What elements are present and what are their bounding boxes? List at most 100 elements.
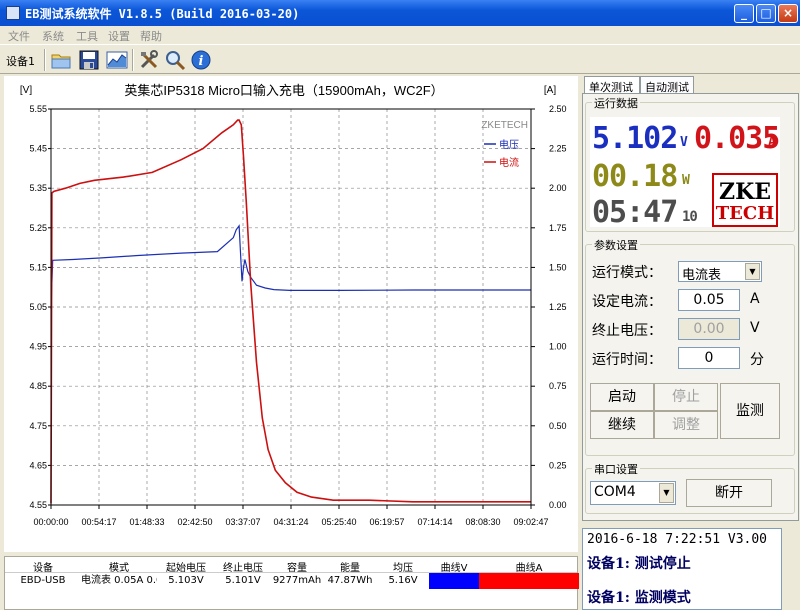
legend-current-label: 电流 — [499, 156, 519, 169]
toolbar-separator — [132, 49, 134, 71]
end-voltage-unit: V — [750, 320, 760, 336]
continue-button[interactable]: 继续 — [590, 411, 654, 439]
info-icon[interactable]: i — [190, 49, 212, 71]
y-right-tick-label: 1.50 — [549, 262, 567, 272]
menu-system[interactable]: 系统 — [42, 28, 64, 44]
main-window: EB测试系统软件 V1.8.5 (Build 2016-03-20) _ □ ×… — [0, 0, 800, 610]
control-panel: 单次测试 自动测试 运行数据 5.102 V 0.035 A 00.18 W 0… — [582, 76, 800, 610]
menu-tools[interactable]: 工具 — [76, 28, 98, 44]
menu-file[interactable]: 文件 — [8, 28, 30, 44]
x-tick-label: 04:31:24 — [273, 517, 308, 527]
curve-v-swatch[interactable] — [429, 573, 479, 589]
x-tick-label: 03:37:07 — [225, 517, 260, 527]
mode-select[interactable]: 电流表 ▼ — [678, 261, 762, 283]
x-tick-label: 08:08:30 — [465, 517, 500, 527]
svg-text:i: i — [199, 54, 204, 69]
result-table: 设备EBD-USB模式电流表 0.05A 0.00V起始电压5.103V终止电压… — [4, 556, 579, 610]
menu-settings[interactable]: 设置 — [108, 28, 130, 44]
zoom-icon[interactable] — [164, 49, 186, 71]
y-left-tick-label: 4.95 — [29, 342, 47, 352]
time-seconds: 10 — [682, 209, 698, 225]
y-left-tick-label: 4.85 — [29, 381, 47, 391]
tab-content: 运行数据 5.102 V 0.035 A 00.18 W 05:47 10 ZK… — [582, 93, 799, 521]
menu-help[interactable]: 帮助 — [140, 28, 162, 44]
power-readout: 00.18 — [592, 159, 678, 194]
disconnect-button[interactable]: 断开 — [686, 479, 772, 507]
app-icon — [6, 6, 20, 20]
x-tick-label: 09:02:47 — [513, 517, 548, 527]
params-group: 参数设置 运行模式： 电流表 ▼ 设定电流： 0.05 A 终止电压： 0.00… — [585, 237, 795, 456]
chart-ticks: 5.55 2.50 5.45 2.25 5.35 2.00 5.25 1.75 5.15 1.50… — [29, 104, 566, 527]
table-cell: 电流表 0.05A 0.00V — [81, 575, 157, 586]
table-cell: 5.101V — [225, 575, 261, 586]
curve-a-swatch[interactable] — [479, 573, 579, 589]
y-left-tick-label: 4.65 — [29, 460, 47, 470]
status-datetime: 2016-6-18 7:22:51 V3.00 — [587, 532, 768, 547]
device-selector[interactable]: 设备1 — [6, 53, 35, 69]
set-current-input[interactable]: 0.05 — [678, 289, 740, 311]
set-current-unit: A — [750, 291, 760, 307]
minimize-button[interactable]: _ — [734, 4, 754, 23]
end-voltage-label: 终止电压： — [592, 323, 662, 339]
chart-panel: 英集芯IP5318 Micro口输入充电（15900mAh，WC2F） [V] … — [4, 76, 578, 552]
folder-icon[interactable] — [50, 49, 72, 71]
mode-label: 运行模式： — [592, 265, 662, 281]
params-group-title: 参数设置 — [592, 237, 640, 253]
chevron-down-icon[interactable]: ▼ — [745, 263, 760, 280]
current-readout: 0.035 — [694, 121, 780, 156]
table-cell: EBD-USB — [20, 575, 66, 586]
menu-bar: 文件 系统 工具 设置 帮助 — [0, 26, 800, 44]
y-right-tick-label: 0.75 — [549, 381, 567, 391]
y-right-tick-label: 1.00 — [549, 342, 567, 352]
x-tick-label: 02:42:50 — [177, 517, 212, 527]
y-right-label: [A] — [544, 85, 556, 96]
y-left-label: [V] — [20, 85, 32, 96]
lcd-display: 5.102 V 0.035 A 00.18 W 05:47 10 ZKE TEC… — [590, 117, 780, 230]
runtime-group-title: 运行数据 — [592, 95, 640, 111]
start-button[interactable]: 启动 — [590, 383, 654, 411]
save-icon[interactable] — [78, 49, 100, 71]
close-button[interactable]: × — [778, 4, 798, 23]
tools-icon[interactable] — [138, 49, 160, 71]
y-right-tick-label: 2.25 — [549, 144, 567, 154]
y-left-tick-label: 4.55 — [29, 500, 47, 510]
chart-grid — [51, 109, 531, 505]
y-left-tick-label: 5.15 — [29, 262, 47, 272]
x-tick-label: 00:00:00 — [33, 517, 68, 527]
serial-group-title: 串口设置 — [592, 461, 640, 477]
chevron-down-icon[interactable]: ▼ — [659, 483, 674, 503]
x-tick-label: 01:48:33 — [129, 517, 164, 527]
status-box: 2016-6-18 7:22:51 V3.00 设备1: 测试停止 设备1: 监… — [582, 528, 782, 610]
table-cell: 5.103V — [168, 575, 204, 586]
run-time-input[interactable]: 0 — [678, 347, 740, 369]
y-right-tick-label: 2.00 — [549, 183, 567, 193]
adjust-button[interactable]: 调整 — [654, 411, 718, 439]
set-current-label: 设定电流： — [592, 294, 662, 310]
y-right-tick-label: 0.25 — [549, 460, 567, 470]
chart-icon[interactable] — [106, 49, 128, 71]
power-unit: W — [682, 173, 690, 188]
x-tick-label: 05:25:40 — [321, 517, 356, 527]
maximize-button[interactable]: □ — [756, 4, 776, 23]
stop-button[interactable]: 停止 — [654, 383, 718, 411]
current-unit: A — [768, 135, 776, 150]
voltage-unit: V — [680, 135, 688, 150]
y-right-tick-label: 2.50 — [549, 104, 567, 114]
y-left-tick-label: 5.45 — [29, 144, 47, 154]
window-title: EB测试系统软件 V1.8.5 (Build 2016-03-20) — [25, 7, 300, 21]
end-voltage-input[interactable]: 0.00 — [678, 318, 740, 340]
y-left-tick-label: 5.35 — [29, 183, 47, 193]
tab-auto-test[interactable]: 自动测试 — [640, 76, 694, 94]
port-select[interactable]: COM4 ▼ — [590, 481, 676, 505]
x-tick-label: 00:54:17 — [81, 517, 116, 527]
y-left-tick-label: 5.55 — [29, 104, 47, 114]
status-test-state: 设备1: 测试停止 — [587, 556, 691, 572]
monitor-button[interactable]: 监测 — [720, 383, 780, 439]
title-bar: EB测试系统软件 V1.8.5 (Build 2016-03-20) _ □ × — [0, 0, 800, 26]
status-monitor-state: 设备1: 监测模式 — [587, 590, 691, 606]
serial-group: 串口设置 COM4 ▼ 断开 — [585, 461, 795, 514]
run-time-label: 运行时间： — [592, 352, 662, 368]
table-cell: 9277mAh — [272, 575, 322, 586]
chart-title: 英集芯IP5318 Micro口输入充电（15900mAh，WC2F） — [124, 83, 443, 98]
voltage-readout: 5.102 — [592, 121, 678, 156]
